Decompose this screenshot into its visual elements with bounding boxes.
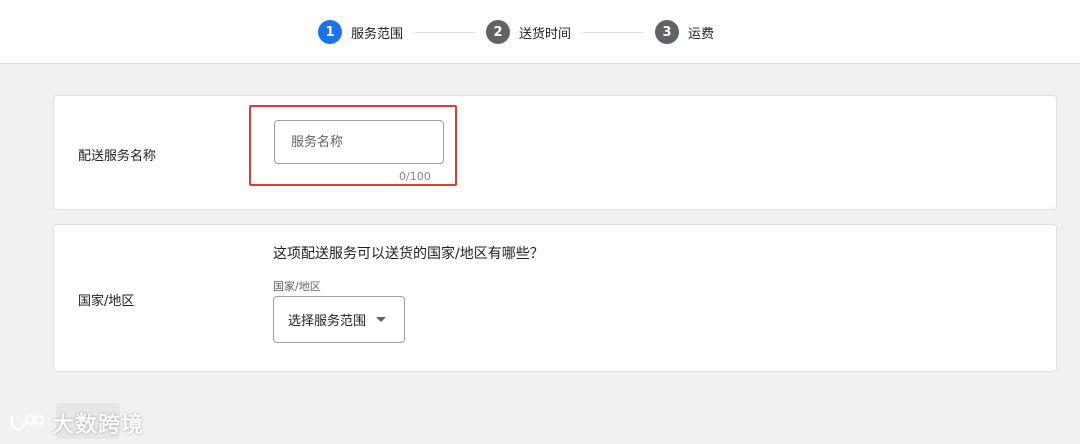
region-question: 这项配送服务可以送货的国家/地区有哪些？ [273, 246, 544, 262]
service-name-card: 配送服务名称 0/100 [53, 95, 1057, 210]
step-label: 送货时间 [519, 26, 572, 42]
service-name-input[interactable] [274, 120, 444, 164]
step-service-scope[interactable]: 1 服务范围 [318, 20, 403, 44]
step-label: 服务范围 [351, 26, 404, 42]
step-shipping-fee[interactable]: 3 运费 [655, 20, 714, 44]
step-number-badge: 1 [318, 20, 342, 44]
select-text: 选择服务范围 [288, 314, 367, 329]
step-delivery-time[interactable]: 2 送货时间 [486, 20, 571, 44]
step-number-badge: 3 [655, 20, 679, 44]
region-card: 国家/地区 这项配送服务可以送货的国家/地区有哪些？ 国家/地区 选择服务范围 [53, 224, 1057, 372]
brand-logo-icon [8, 411, 48, 435]
stepper-bar: 1 服务范围 2 送货时间 3 运费 [0, 0, 1080, 64]
char-counter: 0/100 [399, 170, 431, 183]
region-label: 国家/地区 [78, 294, 135, 309]
service-scope-select[interactable]: 选择服务范围 [273, 296, 405, 343]
step-connector [415, 32, 475, 33]
watermark: 大数跨境 [8, 405, 144, 441]
step-connector [583, 32, 643, 33]
step-label: 运费 [688, 26, 715, 42]
watermark-text: 大数跨境 [52, 413, 145, 438]
region-field-label: 国家/地区 [273, 280, 321, 293]
step-number-badge: 2 [486, 20, 510, 44]
caret-down-icon [376, 317, 387, 322]
service-name-label: 配送服务名称 [78, 149, 157, 164]
